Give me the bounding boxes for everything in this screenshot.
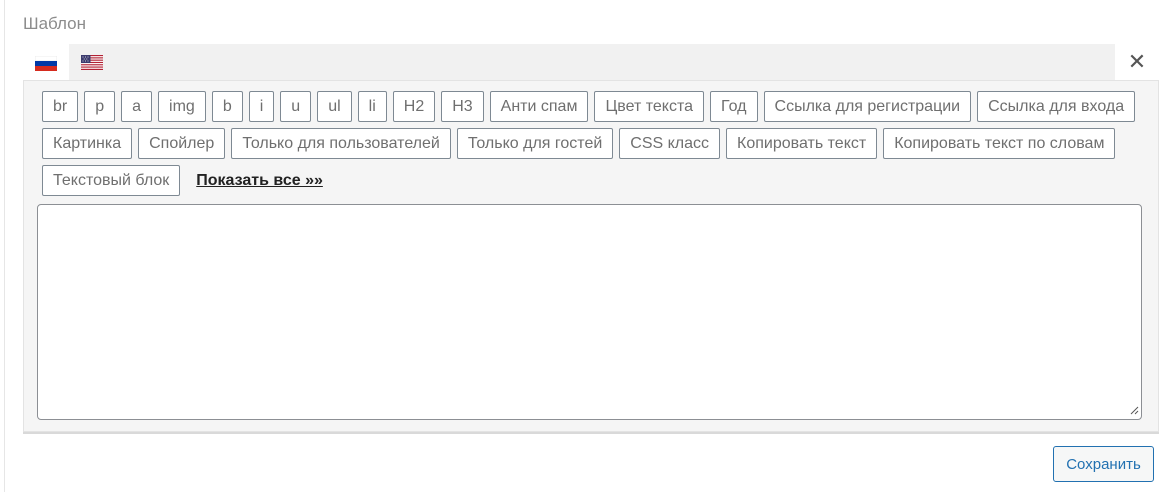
quicktag-button[interactable]: img bbox=[158, 91, 206, 122]
template-textarea[interactable] bbox=[37, 204, 1142, 420]
quicktag-button[interactable]: Копировать текст bbox=[726, 128, 878, 159]
quicktag-button[interactable]: br bbox=[42, 91, 79, 122]
quicktag-button[interactable]: i bbox=[248, 91, 275, 122]
quicktag-button[interactable]: Текстовый блок bbox=[42, 165, 181, 196]
editor-body: br p a img b i u ul li H2 H3 Анти спам Цвет текста Го… bbox=[23, 80, 1159, 432]
tab-ru[interactable] bbox=[23, 44, 69, 82]
quicktag-button[interactable]: li bbox=[357, 91, 387, 122]
quicktag-button[interactable]: Анти спам bbox=[489, 91, 589, 122]
quicktag-button[interactable]: Ссылка для регистрации bbox=[763, 91, 972, 122]
quicktag-button[interactable]: Спойлер bbox=[138, 128, 226, 159]
quicktag-button[interactable]: Год bbox=[710, 91, 758, 122]
quicktag-button[interactable]: H3 bbox=[441, 91, 484, 122]
template-editor: ✕ br p a img b i u ul li H2 H3 Анти спам Цвет текста… bbox=[23, 44, 1159, 434]
quicktag-button[interactable]: u bbox=[280, 91, 312, 122]
tab-en[interactable] bbox=[69, 44, 115, 80]
toolbar-row: br p a img b i u ul li H2 H3 Анти спам Цвет текста Го… bbox=[42, 91, 1142, 122]
usa-flag-icon bbox=[81, 54, 103, 70]
quicktag-button[interactable]: Только для пользователей bbox=[231, 128, 451, 159]
quicktag-button[interactable]: b bbox=[211, 91, 243, 122]
russia-flag-icon bbox=[35, 55, 57, 71]
quicktag-button[interactable]: Цвет текста bbox=[594, 91, 705, 122]
quicktag-button[interactable]: CSS класс bbox=[619, 128, 721, 159]
show-all-link[interactable]: Показать все »» bbox=[196, 172, 323, 190]
quicktag-button[interactable]: p bbox=[84, 91, 116, 122]
toolbar-row: Картинка Спойлер Только для пользователей Т… bbox=[42, 128, 1142, 159]
field-label: Шаблон bbox=[23, 14, 86, 33]
quicktag-button[interactable]: Только для гостей bbox=[456, 128, 614, 159]
quicktag-button[interactable]: Картинка bbox=[42, 128, 133, 159]
quicktag-button[interactable]: Копировать текст по словам bbox=[883, 128, 1116, 159]
save-button[interactable]: Сохранить bbox=[1053, 446, 1154, 482]
quicktag-button[interactable]: ul bbox=[317, 91, 352, 122]
page: Шаблон ✕ br p a img b i u ul li H2 H3 Ан… bbox=[4, 0, 1171, 492]
close-button[interactable]: ✕ bbox=[1115, 44, 1159, 80]
language-tabs: ✕ bbox=[23, 44, 1159, 82]
quicktags-toolbar: br p a img b i u ul li H2 H3 Анти спам Цвет текста Го… bbox=[42, 91, 1142, 202]
resize-grip-icon[interactable] bbox=[1129, 405, 1139, 415]
close-icon: ✕ bbox=[1127, 49, 1147, 74]
quicktag-button[interactable]: Ссылка для входа bbox=[977, 91, 1136, 122]
toolbar-row: Текстовый блок Показать все »» bbox=[42, 165, 1142, 196]
quicktag-button[interactable]: H2 bbox=[392, 91, 436, 122]
quicktag-button[interactable]: a bbox=[121, 91, 153, 122]
